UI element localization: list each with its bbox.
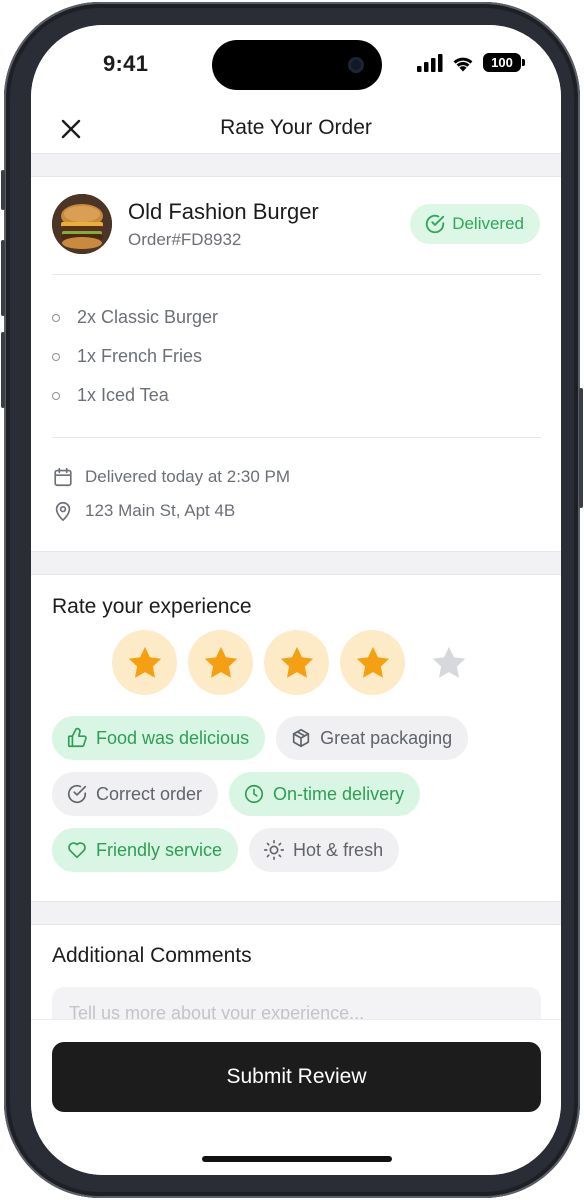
- section-separator: [31, 153, 561, 177]
- star-icon: [356, 646, 389, 678]
- list-item: 1x Iced Tea: [52, 385, 169, 406]
- order-card: Old Fashion Burger Order#FD8932 Delivere…: [31, 177, 561, 551]
- package-icon: [292, 728, 310, 748]
- delivery-time-row: Delivered today at 2:30 PM: [52, 466, 290, 488]
- feedback-tags: Food was delicious Great packaging Correct…: [52, 716, 542, 872]
- home-indicator[interactable]: [202, 1156, 392, 1162]
- star-3-button[interactable]: [264, 630, 329, 695]
- phone-frame: 9:41 100 Rate Your Order Old Fashion Bur…: [1, 2, 583, 1198]
- star-1-button[interactable]: [112, 630, 177, 695]
- restaurant-avatar: [52, 194, 112, 254]
- comments-title: Additional Comments: [52, 944, 252, 967]
- star-icon: [280, 646, 313, 678]
- divider: [52, 274, 541, 275]
- feedback-tag-label: On-time delivery: [273, 783, 405, 804]
- status-bar: 9:41 100: [31, 25, 561, 105]
- mute-switch: [1, 170, 5, 210]
- status-icons: 100: [417, 53, 525, 72]
- status-time: 9:41: [103, 51, 149, 76]
- feedback-tag-label: Great packaging: [320, 727, 453, 748]
- feedback-tag-chip[interactable]: Great packaging: [276, 716, 469, 760]
- camera-icon: [348, 57, 364, 73]
- burger-image: [52, 194, 112, 254]
- star-icon: [128, 646, 161, 678]
- map-pin-icon: [55, 501, 71, 521]
- feedback-tag-label: Correct order: [96, 783, 203, 804]
- bullet-icon: [52, 352, 60, 361]
- star-icon: [204, 646, 237, 678]
- order-id: Order#FD8932: [128, 230, 242, 249]
- section-separator: [31, 901, 561, 925]
- rating-title: Rate your experience: [52, 595, 252, 618]
- volume-down-button: [1, 332, 5, 408]
- dynamic-island: [212, 40, 382, 90]
- wifi-icon: [453, 57, 473, 71]
- status-label: Delivered: [452, 214, 524, 233]
- address-row: 123 Main St, Apt 4B: [52, 500, 235, 522]
- restaurant-name: Old Fashion Burger: [128, 199, 319, 224]
- delivered-time: Delivered today at 2:30 PM: [85, 467, 291, 486]
- star-5-button[interactable]: [416, 630, 481, 695]
- comments-input[interactable]: [52, 987, 541, 1019]
- feedback-tag-chip[interactable]: Friendly service: [52, 828, 239, 872]
- feedback-tag-chip[interactable]: Correct order: [52, 772, 219, 816]
- list-item: 1x French Fries: [52, 346, 202, 367]
- header: Rate Your Order: [31, 105, 561, 153]
- heart-icon: [68, 842, 86, 859]
- star-icon: [432, 646, 465, 678]
- comments-section: Additional Comments: [31, 925, 561, 1019]
- divider: [52, 437, 541, 438]
- rating-section: Rate your experience Food was delicious G…: [31, 575, 561, 901]
- thumbs-up-icon: [67, 727, 87, 748]
- check-circle-icon: [426, 214, 445, 234]
- sun-icon: [264, 840, 285, 860]
- bullet-icon: [52, 391, 60, 400]
- screen: 9:41 100 Rate Your Order Old Fashion Bur…: [31, 25, 561, 1175]
- page-title: Rate Your Order: [220, 116, 372, 139]
- status-badge: Delivered: [410, 204, 540, 244]
- item-label: 1x Iced Tea: [77, 385, 169, 405]
- cellular-signal-icon: [417, 53, 443, 72]
- star-2-button[interactable]: [188, 630, 253, 695]
- list-item: 2x Classic Burger: [52, 307, 218, 328]
- section-separator: [31, 551, 561, 575]
- clock-icon: [244, 784, 264, 804]
- bullet-icon: [52, 313, 60, 322]
- feedback-tag-label: Friendly service: [96, 839, 223, 860]
- star-4-button[interactable]: [340, 630, 405, 695]
- submit-review-button[interactable]: Submit Review: [52, 1042, 541, 1112]
- feedback-tag-label: Food was delicious: [96, 727, 250, 748]
- volume-up-button: [1, 240, 5, 316]
- star-rating: [112, 630, 481, 695]
- check-circle-icon: [67, 785, 87, 803]
- feedback-tag-chip[interactable]: On-time delivery: [229, 772, 421, 816]
- delivery-address: 123 Main St, Apt 4B: [85, 501, 236, 520]
- feedback-tag-chip[interactable]: Food was delicious: [52, 716, 266, 760]
- power-button: [579, 388, 583, 508]
- feedback-tag-label: Hot & fresh: [293, 839, 384, 860]
- battery-icon: 100: [483, 53, 525, 72]
- calendar-icon: [54, 467, 72, 487]
- item-label: 1x French Fries: [77, 346, 203, 366]
- bottom-bar: Submit Review: [31, 1019, 561, 1175]
- feedback-tag-chip[interactable]: Hot & fresh: [249, 828, 400, 872]
- item-label: 2x Classic Burger: [77, 307, 219, 327]
